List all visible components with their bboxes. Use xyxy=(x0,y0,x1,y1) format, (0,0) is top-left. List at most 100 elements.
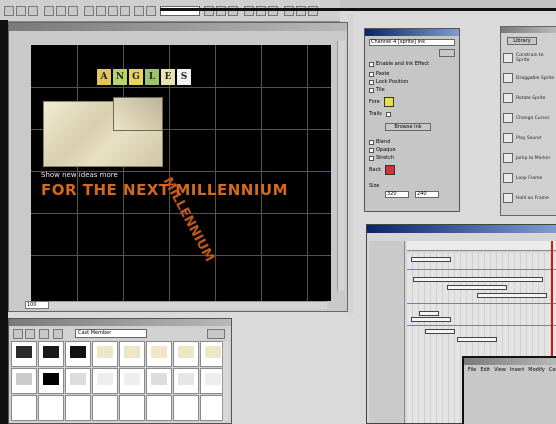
angles-letter: S xyxy=(177,69,191,85)
opaque-label: Opaque xyxy=(376,147,396,153)
opaque-checkbox[interactable] xyxy=(369,147,374,153)
library-item[interactable]: Play Sound xyxy=(503,131,556,145)
save-icon[interactable] xyxy=(28,6,38,16)
angles-letter: A xyxy=(97,69,111,85)
stop-icon[interactable] xyxy=(108,6,118,16)
back-color-swatch[interactable] xyxy=(385,165,396,175)
undo-icon[interactable] xyxy=(84,6,94,16)
cast-thumbnail xyxy=(205,346,221,358)
height-field[interactable]: 240 xyxy=(415,191,439,198)
menu-item[interactable]: View xyxy=(494,367,506,373)
channel-field[interactable]: Channel 4 [sprite] ink xyxy=(369,39,455,46)
menu-item[interactable]: File xyxy=(468,367,476,373)
sprite-span[interactable] xyxy=(447,285,507,290)
width-field[interactable]: 320 xyxy=(385,191,409,198)
cast-member[interactable] xyxy=(65,395,91,421)
stage-titlebar[interactable] xyxy=(9,23,347,31)
photo-sprite-overlay[interactable] xyxy=(113,97,163,131)
cast-member[interactable] xyxy=(119,395,145,421)
paste-checkbox[interactable] xyxy=(369,71,374,77)
director-workspace: ANGLES Show new ideas more FOR THE NEXT … xyxy=(0,0,556,424)
library-dropdown[interactable]: Library xyxy=(507,37,537,45)
paste-icon[interactable] xyxy=(68,6,78,16)
cast-window: Cast Member xyxy=(8,318,232,424)
enable-checkbox[interactable] xyxy=(369,61,374,67)
menu-item[interactable]: Insert xyxy=(510,367,524,373)
stage-window: ANGLES Show new ideas more FOR THE NEXT … xyxy=(8,22,348,312)
cast-member[interactable] xyxy=(65,341,91,367)
sprite-span[interactable] xyxy=(425,329,455,334)
menu-item[interactable]: Edit xyxy=(480,367,490,373)
cast-member[interactable] xyxy=(119,368,145,394)
cast-prev-icon[interactable] xyxy=(13,329,23,339)
cast-member[interactable] xyxy=(173,395,199,421)
blend-checkbox[interactable] xyxy=(369,139,374,145)
tile-checkbox[interactable] xyxy=(369,87,374,93)
library-item[interactable]: Jump to Marker xyxy=(503,151,556,165)
sprite-span[interactable] xyxy=(413,277,543,282)
stage-icon[interactable] xyxy=(134,6,144,16)
cast-member-name[interactable]: Cast Member xyxy=(75,329,147,338)
stage-canvas[interactable]: ANGLES Show new ideas more FOR THE NEXT … xyxy=(31,45,331,301)
cast-member[interactable] xyxy=(146,368,172,394)
sprite-span[interactable] xyxy=(411,257,451,262)
open-icon[interactable] xyxy=(16,6,26,16)
library-item[interactable]: Hold on Frame xyxy=(503,191,556,205)
cast-member[interactable] xyxy=(92,341,118,367)
cast-scrollbar[interactable] xyxy=(222,341,229,421)
score-titlebar[interactable] xyxy=(367,225,556,233)
cast-member[interactable] xyxy=(11,395,37,421)
sprite-span[interactable] xyxy=(411,317,451,322)
library-item[interactable]: Loop Frame xyxy=(503,171,556,185)
cast-member[interactable] xyxy=(65,368,91,394)
score-ruler[interactable] xyxy=(407,241,556,251)
cast-member[interactable] xyxy=(11,368,37,394)
fore-color-swatch[interactable] xyxy=(383,97,394,107)
cast-member[interactable] xyxy=(11,341,37,367)
library-item[interactable]: Rotate Sprite xyxy=(503,91,556,105)
browse-ink-button[interactable]: Browse Ink xyxy=(385,123,431,131)
cast-member[interactable] xyxy=(146,341,172,367)
cast-member[interactable] xyxy=(92,395,118,421)
cast-icon[interactable] xyxy=(146,6,156,16)
cast-titlebar[interactable] xyxy=(9,319,231,326)
inspector-titlebar[interactable] xyxy=(365,29,459,36)
sprite-span[interactable] xyxy=(419,311,439,316)
cast-member[interactable] xyxy=(173,341,199,367)
sprite-span[interactable] xyxy=(457,337,497,342)
cast-script-icon[interactable] xyxy=(53,329,63,339)
horizontal-scrollbar[interactable] xyxy=(27,301,327,309)
zoom-field[interactable]: 100 xyxy=(25,301,49,309)
cast-member[interactable] xyxy=(173,368,199,394)
cast-thumbnail xyxy=(97,373,113,385)
menu-item[interactable]: Control xyxy=(549,367,556,373)
secondary-titlebar[interactable] xyxy=(464,358,556,365)
lock-checkbox[interactable] xyxy=(369,79,374,85)
cast-member[interactable] xyxy=(92,368,118,394)
library-item[interactable]: Draggable Sprite xyxy=(503,71,556,85)
vertical-scrollbar[interactable] xyxy=(337,41,345,291)
angles-logo[interactable]: ANGLES xyxy=(97,69,193,85)
copy-icon[interactable] xyxy=(56,6,66,16)
trails-checkbox[interactable] xyxy=(385,111,391,117)
cut-icon[interactable] xyxy=(44,6,54,16)
cast-member[interactable] xyxy=(38,395,64,421)
cast-drag-icon[interactable] xyxy=(39,329,49,339)
sprite-span[interactable] xyxy=(477,293,547,298)
stretch-checkbox[interactable] xyxy=(369,155,374,161)
play-icon[interactable] xyxy=(120,6,130,16)
cast-member[interactable] xyxy=(146,395,172,421)
cast-info-button[interactable] xyxy=(207,329,225,339)
info-button[interactable] xyxy=(439,49,455,57)
cast-member[interactable] xyxy=(38,368,64,394)
tagline-text[interactable]: Show new ideas more xyxy=(41,171,118,179)
new-icon[interactable] xyxy=(4,6,14,16)
library-item[interactable]: Change Cursor xyxy=(503,111,556,125)
library-titlebar[interactable] xyxy=(501,27,556,33)
menu-item[interactable]: Modify xyxy=(528,367,545,373)
rewind-icon[interactable] xyxy=(96,6,106,16)
cast-member[interactable] xyxy=(119,341,145,367)
cast-member[interactable] xyxy=(38,341,64,367)
cast-next-icon[interactable] xyxy=(25,329,35,339)
library-item[interactable]: Constrain to Sprite xyxy=(503,51,556,65)
